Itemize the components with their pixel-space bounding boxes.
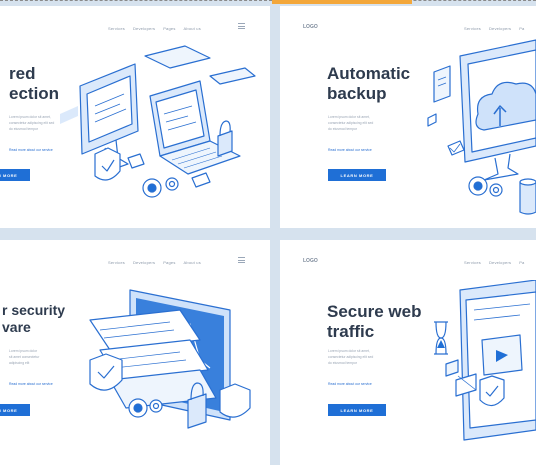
panel-automatic-backup: LOGO Services Developers Pa Automatic bac… [280,6,536,228]
page-title: Secure web traffic [327,302,422,341]
nav-item[interactable]: Services [464,260,481,265]
nav-item[interactable]: Developers [489,26,511,31]
nav-bar: Services Developers Pages About us [108,26,201,31]
logo[interactable]: LOGO [303,258,318,264]
logo[interactable]: LOGO [303,24,318,30]
panel-security-software: Services Developers Pages About us r sec… [0,240,270,465]
nav-item[interactable]: Pages [163,26,175,31]
panel-secured-connection: Services Developers Pages About us red ec… [0,6,270,228]
security-software-illustration [89,289,251,429]
description: Lorem ipsum dolor sit amet, consectetur a… [328,115,374,131]
learn-more-button[interactable]: LEARN MORE [328,404,386,416]
secure-web-traffic-illustration [434,280,536,441]
nav-item[interactable]: Developers [133,260,155,265]
read-more-link[interactable]: Read more about our service [328,148,372,152]
nav-item[interactable]: Services [108,26,125,31]
read-more-link[interactable]: Read more about our service [9,382,53,386]
nav-item[interactable]: About us [184,260,201,265]
menu-icon[interactable] [238,23,245,29]
nav-item[interactable]: Pa [519,26,524,31]
nav-bar: Services Developers Pa [464,26,524,31]
nav-item[interactable]: Pages [163,260,175,265]
nav-item[interactable]: Pa [519,260,524,265]
learn-more-button[interactable]: LEARN MORE [0,404,30,416]
nav-item[interactable]: Developers [133,26,155,31]
read-more-link[interactable]: Read more about our service [9,148,53,152]
automatic-backup-illustration [427,39,536,215]
nav-item[interactable]: About us [184,26,201,31]
page-title: Automatic backup [327,64,411,103]
page-title: r security vare [2,302,66,335]
learn-more-button[interactable]: LEARN MORE [328,169,386,181]
nav-bar: Services Developers Pages About us [108,260,201,265]
secured-connection-illustration [60,45,256,198]
menu-icon[interactable] [238,257,245,263]
panel-secure-web-traffic: LOGO Services Developers Pa Secure web tr… [280,240,536,465]
top-accent [272,0,412,4]
page-title: red ection [9,64,60,103]
nav-bar: Services Developers Pa [464,260,524,265]
nav-item[interactable]: Developers [489,260,511,265]
description: Lorem ipsum dolor sit amet, consectetur a… [328,349,374,365]
top-border [0,0,536,4]
read-more-link[interactable]: Read more about our service [328,382,372,386]
nav-item[interactable]: Services [108,260,125,265]
nav-item[interactable]: Services [464,26,481,31]
learn-more-button[interactable]: LEARN MORE [0,169,30,181]
